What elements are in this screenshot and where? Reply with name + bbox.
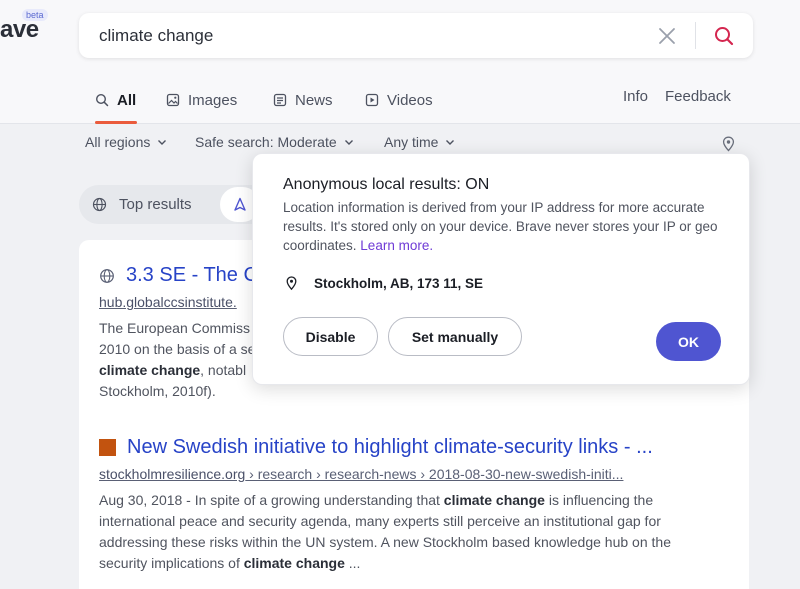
chevron-down-icon (158, 140, 167, 145)
result-title-text: 3.3 SE - The C (126, 264, 258, 286)
location-text: Stockholm, AB, 173 11, SE (314, 276, 484, 291)
desc-highlight: climate change (243, 555, 345, 571)
search-icon[interactable] (713, 25, 735, 47)
learn-more-link[interactable]: Learn more. (360, 238, 433, 253)
stockholm-resilience-favicon (99, 439, 116, 456)
time-filter[interactable]: Any time (384, 134, 455, 150)
desc-highlight: climate change (443, 492, 545, 508)
tab-label: Images (188, 91, 238, 109)
tab-label: News (295, 91, 333, 109)
region-filter-label: All regions (85, 134, 151, 150)
result-url[interactable]: stockholmresilience.org › research › res… (99, 466, 719, 482)
desc-text: 2010 on the basis of a se (99, 341, 256, 357)
news-icon (273, 93, 287, 107)
pill-top-results[interactable]: Top results (92, 185, 192, 224)
result-description: Aug 30, 2018 - In spite of a growing und… (99, 490, 719, 574)
result-title-text: New Swedish initiative to highlight clim… (127, 436, 653, 458)
result-url-path: › research › research-news › 2018-08-30-… (245, 466, 624, 482)
result-item: New Swedish initiative to highlight clim… (99, 436, 719, 574)
popover-title: Anonymous local results: ON (283, 176, 490, 193)
desc-text: ... (344, 555, 361, 571)
image-icon (166, 93, 180, 107)
tab-news[interactable]: News (273, 88, 333, 112)
desc-highlight: climate change (99, 362, 201, 378)
active-tab-indicator (95, 121, 137, 124)
desc-text: Stockholm, 2010f). (99, 383, 216, 399)
location-popover: Anonymous local results: ON Location inf… (252, 153, 750, 385)
desc-text: , notabl (200, 362, 247, 378)
result-title[interactable]: New Swedish initiative to highlight clim… (99, 436, 719, 459)
desc-text: The European Commiss (99, 320, 250, 336)
location-pin-icon (286, 276, 297, 291)
location-pin-icon[interactable] (721, 136, 736, 152)
feedback-link[interactable]: Feedback (665, 88, 731, 105)
beta-badge: beta (22, 9, 48, 21)
region-filter[interactable]: All regions (85, 134, 167, 150)
ok-button[interactable]: OK (656, 322, 721, 361)
search-input[interactable] (99, 25, 639, 47)
search-icon (95, 93, 109, 107)
result-url-host: stockholmresilience.org (99, 466, 246, 482)
safe-search-filter[interactable]: Safe search: Moderate (195, 134, 354, 150)
clear-icon[interactable] (657, 26, 677, 46)
safe-search-label: Safe search: Moderate (195, 134, 337, 150)
tab-all[interactable]: All (95, 88, 136, 112)
chevron-down-icon (446, 140, 455, 145)
result-url-host: hub.globalccsinstitute. (99, 294, 237, 310)
search-divider (695, 22, 696, 49)
video-icon (365, 93, 379, 107)
set-manually-button[interactable]: Set manually (388, 317, 522, 356)
tab-images[interactable]: Images (166, 88, 237, 112)
popover-body: Location information is derived from you… (283, 198, 733, 255)
tab-label: All (117, 91, 137, 109)
tab-videos[interactable]: Videos (365, 88, 433, 112)
desc-text: Aug 30, 2018 - In spite of a growing und… (99, 492, 444, 508)
time-filter-label: Any time (384, 134, 439, 150)
popover-location: Stockholm, AB, 173 11, SE (285, 276, 483, 291)
disable-button[interactable]: Disable (283, 317, 378, 356)
popover-body-text: Location information is derived from you… (283, 200, 718, 253)
globe-icon (92, 197, 107, 212)
tab-label: Videos (387, 91, 433, 109)
globe-icon (100, 268, 114, 283)
chevron-down-icon (344, 140, 353, 145)
search-box (79, 13, 753, 58)
info-link[interactable]: Info (623, 88, 648, 105)
navigation-arrow-icon (234, 197, 246, 211)
pill-label: Top results (119, 196, 192, 213)
